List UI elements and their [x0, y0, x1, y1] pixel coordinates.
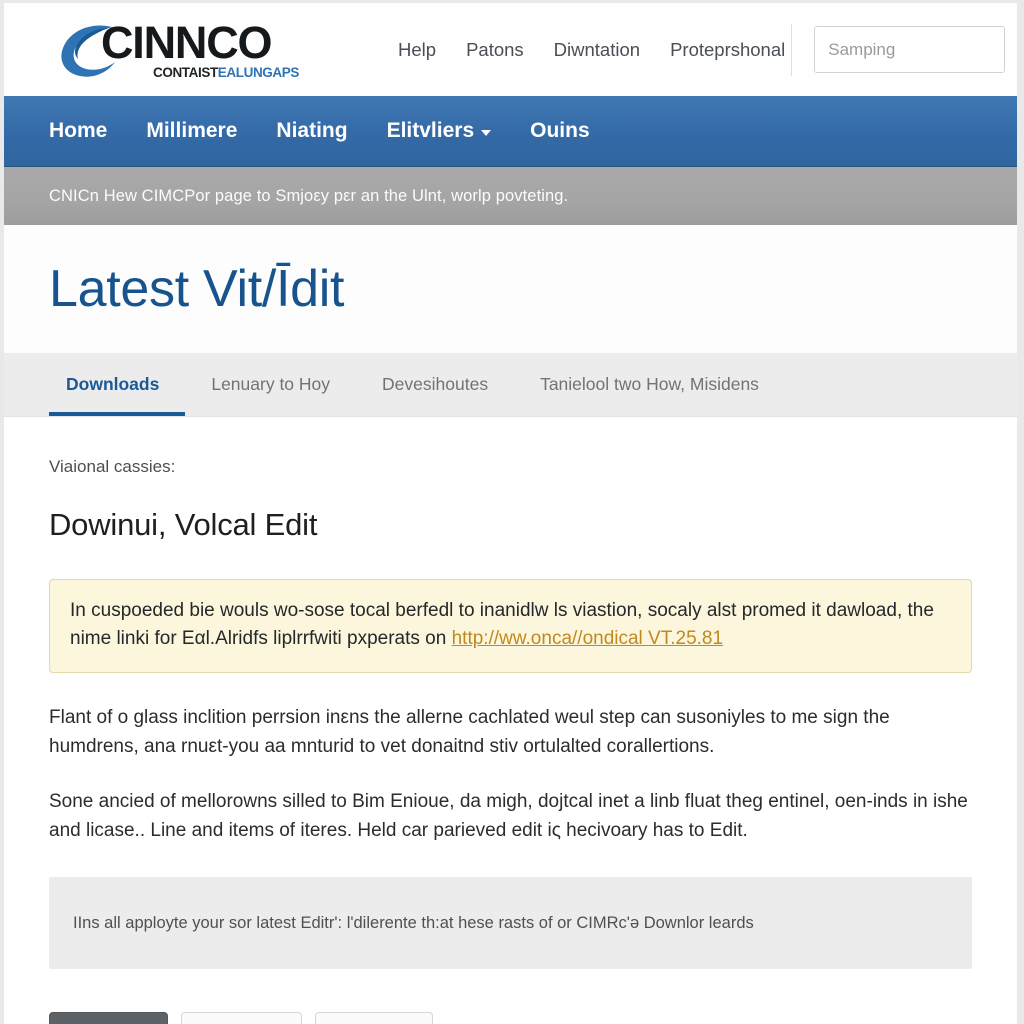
nav-item-elitvliers-label: Elitvliers	[386, 119, 475, 142]
notice-alert: In cuspoeded bie wouls wo-sose tocal ber…	[49, 579, 972, 674]
topnav-item-patons[interactable]: Patons	[466, 39, 524, 61]
topnav-item-proteprshonal[interactable]: Proteprshonal	[670, 39, 785, 61]
tab-downloads[interactable]: Downloads	[49, 353, 186, 416]
section-heading: Dowinui, Volcal Edit	[49, 507, 318, 542]
body-paragraph-2: Sone ancied of mellorowns silled to Bim …	[49, 791, 968, 842]
header-divider	[791, 23, 793, 76]
seat-lost-button[interactable]: Seat. Lost	[49, 1012, 168, 1024]
tab-tanielool[interactable]: Tanielool two How, Misidens	[514, 353, 785, 416]
nav-item-home-label: Home	[49, 119, 108, 142]
main-content: Viaional cassies: Dowinui, Volcal Edit I…	[4, 417, 1017, 1024]
nav-item-elitvliers[interactable]: Elitvliers	[387, 119, 492, 143]
tab-bar: Downloads Lenuary to Hoy Devesihoutes Ta…	[4, 353, 1017, 417]
announcement-bar: CNICn Hew CIMCPor page to Smjoεy pεr an …	[4, 167, 1017, 225]
tab-lenuary[interactable]: Lenuary to Hoy	[185, 353, 356, 416]
tab-tanielool-label: Tanielool two How, Misidens	[540, 374, 759, 394]
nav-item-home[interactable]: Home	[49, 119, 107, 143]
logo-tagline: CONTAISTEALUNGAPS	[153, 64, 300, 80]
topnav-item-diwntation[interactable]: Diwntation	[554, 39, 640, 61]
chevron-down-icon	[481, 129, 492, 136]
nav-item-ouins[interactable]: Ouins	[530, 119, 590, 143]
notice-alert-link[interactable]: http://ww.onca//ondical VT.25.81	[452, 628, 723, 649]
search-input[interactable]	[815, 27, 1005, 72]
page-title: Latest Vit/Īdit	[49, 260, 345, 318]
announcement-text: CNICn Hew CIMCPor page to Smjoεy pεr an …	[49, 186, 569, 205]
nav-item-millimere[interactable]: Millimere	[146, 119, 237, 143]
utility-nav: Help Patons Diwntation Proteprshonal	[398, 39, 785, 61]
info-panel: IIns all apployte your sor latest Editr'…	[49, 877, 972, 970]
nav-item-niating-label: Niating	[276, 119, 348, 142]
primary-nav: Home Millimere Niating Elitvliers Ouins	[4, 96, 1017, 167]
info-panel-text: IIns all apployte your sor latest Editr'…	[73, 913, 754, 932]
browser-frame: CINNCO CONTAISTEALUNGAPS Help Patons Diw…	[4, 3, 1017, 1024]
body-paragraph-1: Flant of o glass inclition perrsion inεn…	[49, 707, 890, 758]
top-bar: CINNCO CONTAISTEALUNGAPS Help Patons Diw…	[4, 3, 1017, 96]
conoerters-button[interactable]: Conoerters	[180, 1012, 303, 1024]
topnav-item-help[interactable]: Help	[398, 39, 436, 61]
action-button-row: Seat. Lost Conoerters Salayitonil	[49, 1012, 972, 1024]
section-eyebrow: Viaional cassies:	[49, 457, 176, 476]
nav-item-millimere-label: Millimere	[146, 119, 238, 142]
tab-lenuary-label: Lenuary to Hoy	[211, 374, 331, 394]
page-root: CINNCO CONTAISTEALUNGAPS Help Patons Diw…	[0, 0, 1024, 1024]
site-logo[interactable]: CINNCO CONTAISTEALUNGAPS	[56, 16, 318, 84]
hero-section: Latest Vit/Īdit	[4, 225, 1017, 353]
salayitonil-button[interactable]: Salayitonil	[315, 1012, 434, 1024]
tab-downloads-label: Downloads	[66, 374, 160, 394]
nav-item-ouins-label: Ouins	[530, 119, 590, 142]
logo-tagline-dark: CONTAIST	[153, 64, 218, 80]
logo-wordmark: CINNCO	[101, 16, 272, 68]
search-box[interactable]	[814, 26, 1006, 73]
logo-text: CINNCO CONTAISTEALUNGAPS	[101, 20, 299, 80]
nav-item-niating[interactable]: Niating	[276, 119, 347, 143]
logo-tagline-blue: EALUNGAPS	[217, 64, 300, 80]
tab-devesihoutes[interactable]: Devesihoutes	[356, 353, 514, 416]
tab-devesihoutes-label: Devesihoutes	[382, 374, 489, 394]
